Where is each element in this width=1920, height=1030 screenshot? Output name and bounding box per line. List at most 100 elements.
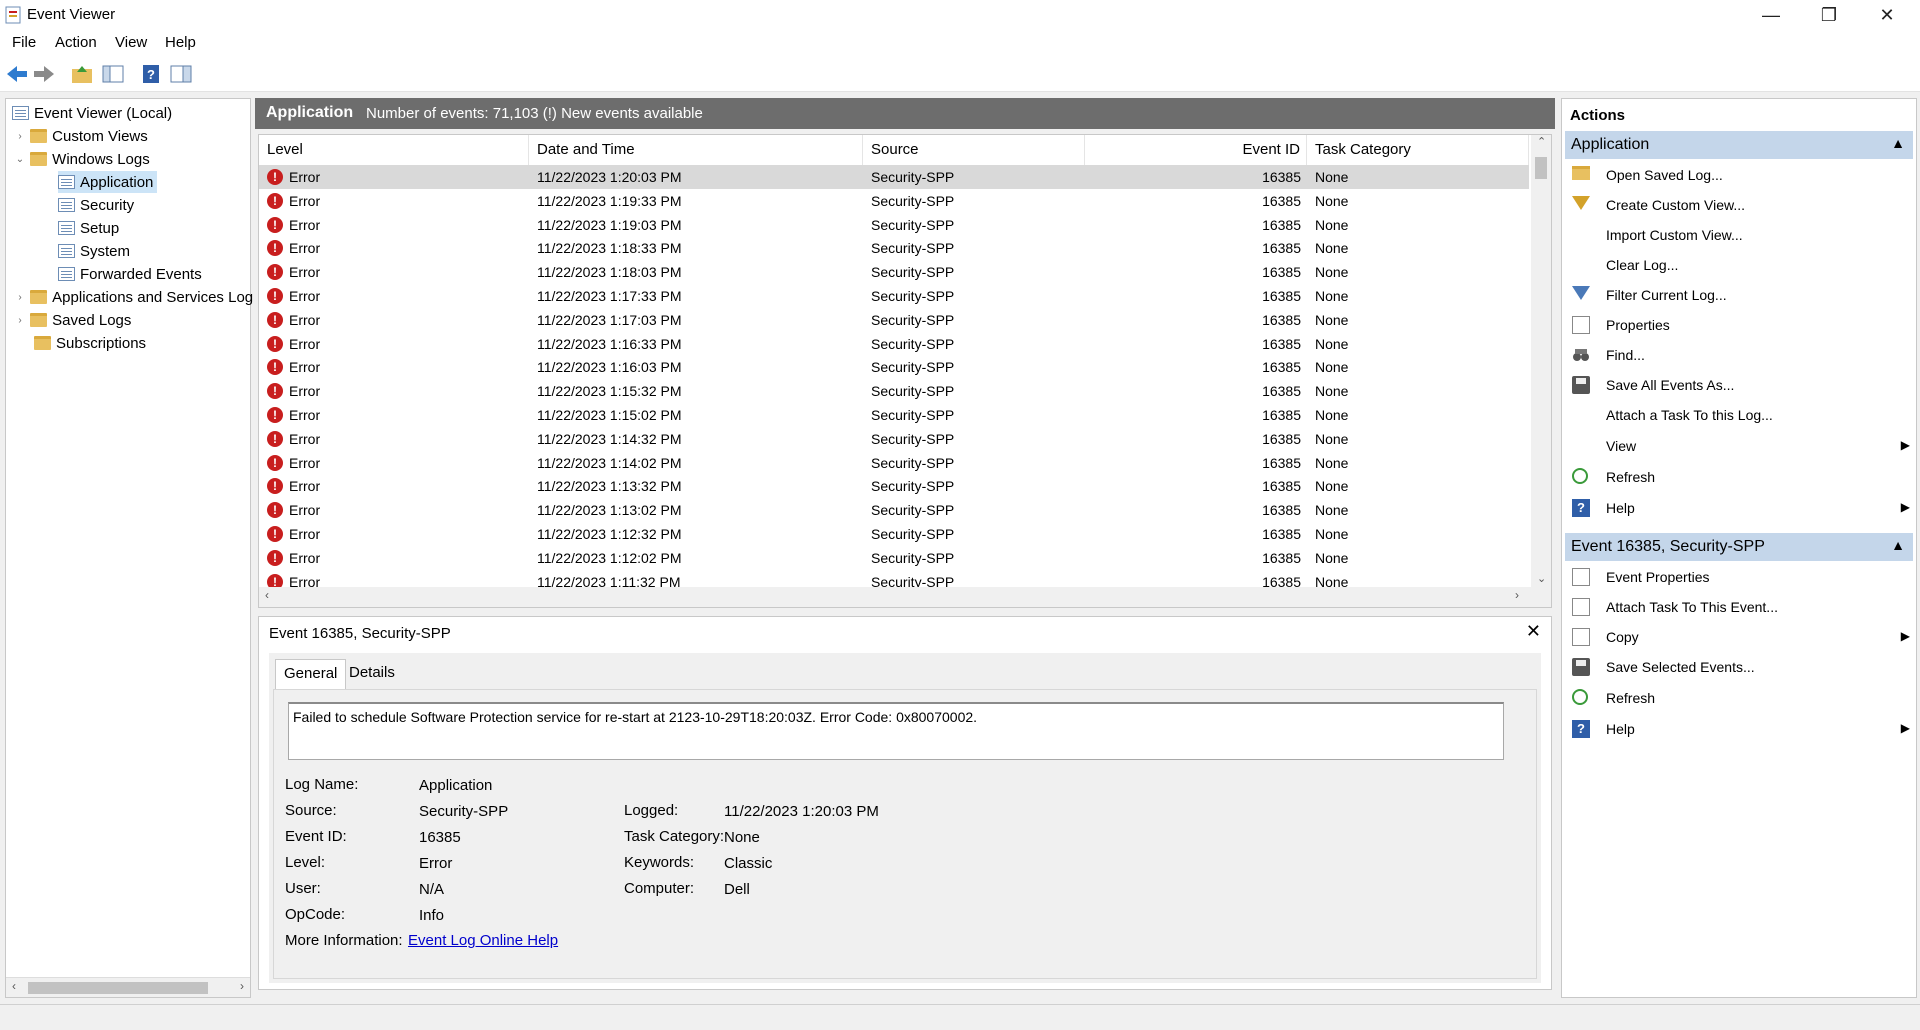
minimize-button[interactable]: —: [1742, 0, 1800, 30]
tree-horizontal-scrollbar[interactable]: ‹ ›: [6, 977, 250, 997]
action-attach-task-to-log[interactable]: Attach a Task To this Log...: [1572, 403, 1910, 429]
tree-item-custom-views[interactable]: › Custom Views: [14, 125, 147, 147]
actions-section-application[interactable]: Application ▲: [1565, 131, 1913, 159]
event-row[interactable]: ! Error 11/22/2023 1:14:32 PM Security-SPP 1…: [259, 427, 1529, 451]
cell-source: Security-SPP: [871, 478, 955, 495]
scroll-down-icon[interactable]: ⌄: [1537, 572, 1546, 585]
expand-chevron-icon[interactable]: ›: [14, 315, 26, 326]
action-save-all-events-as[interactable]: Save All Events As...: [1572, 373, 1910, 399]
tree-item-system[interactable]: System: [58, 240, 130, 262]
action-import-custom-view[interactable]: Import Custom View...: [1572, 223, 1910, 249]
detail-title: Event 16385, Security-SPP: [269, 625, 451, 642]
event-row[interactable]: ! Error 11/22/2023 1:12:02 PM Security-SPP 1…: [259, 546, 1529, 570]
event-message[interactable]: Failed to schedule Software Protection s…: [288, 702, 1504, 760]
event-row[interactable]: ! Error 11/22/2023 1:16:33 PM Security-SPP 1…: [259, 332, 1529, 356]
action-save-selected-events[interactable]: Save Selected Events...: [1572, 655, 1910, 681]
menu-file[interactable]: File: [12, 34, 36, 51]
tree-item-forwarded-events[interactable]: Forwarded Events: [58, 263, 202, 285]
action-label: Refresh: [1606, 469, 1656, 485]
scroll-left-icon[interactable]: ‹: [12, 979, 16, 993]
action-create-custom-view[interactable]: Create Custom View...: [1572, 193, 1910, 219]
column-header-level[interactable]: Level: [259, 135, 529, 165]
error-icon: !: [267, 454, 283, 471]
event-row[interactable]: ! Error 11/22/2023 1:15:02 PM Security-SPP 1…: [259, 403, 1529, 427]
attach-task-icon: [1572, 598, 1590, 616]
scrollbar-thumb[interactable]: [28, 982, 208, 994]
event-row[interactable]: ! Error 11/22/2023 1:13:02 PM Security-SPP 1…: [259, 498, 1529, 522]
action-copy[interactable]: Copy ▶: [1572, 625, 1910, 651]
cell-task-category: None: [1315, 407, 1349, 423]
tree-item-windows-logs[interactable]: ⌄ Windows Logs: [14, 148, 150, 170]
events-vertical-scrollbar[interactable]: ⌃ ⌄: [1531, 135, 1551, 587]
event-row[interactable]: ! Error 11/22/2023 1:16:03 PM Security-SPP 1…: [259, 355, 1529, 379]
cell-source: Security-SPP: [871, 359, 955, 376]
scrollbar-thumb[interactable]: [1535, 157, 1547, 179]
action-view[interactable]: View ▶: [1572, 434, 1910, 460]
action-refresh-event[interactable]: Refresh: [1572, 686, 1910, 712]
scroll-left-icon[interactable]: ‹: [265, 588, 269, 602]
action-open-saved-log[interactable]: Open Saved Log...: [1572, 163, 1910, 189]
action-properties[interactable]: Properties: [1572, 313, 1910, 339]
collapse-chevron-icon[interactable]: ⌄: [14, 154, 26, 165]
scroll-right-icon[interactable]: ›: [240, 979, 244, 993]
log-icon: [58, 221, 75, 235]
event-row[interactable]: ! Error 11/22/2023 1:13:32 PM Security-SPP 1…: [259, 474, 1529, 498]
events-horizontal-scrollbar[interactable]: ‹ ›: [259, 587, 1551, 607]
action-filter-current-log[interactable]: Filter Current Log...: [1572, 283, 1910, 309]
up-folder-icon[interactable]: [70, 63, 96, 85]
event-row[interactable]: ! Error 11/22/2023 1:17:03 PM Security-SPP 1…: [259, 308, 1529, 332]
tree-item-security[interactable]: Security: [58, 194, 134, 216]
column-header-date-time[interactable]: Date and Time: [529, 135, 863, 165]
label-level: Level:: [285, 854, 326, 871]
help-icon[interactable]: ?: [139, 63, 165, 85]
back-arrow-icon[interactable]: [5, 63, 31, 85]
menu-action[interactable]: Action: [55, 34, 97, 51]
scroll-right-icon[interactable]: ›: [1515, 588, 1519, 602]
tree-item-setup[interactable]: Setup: [58, 217, 119, 239]
event-row[interactable]: ! Error 11/22/2023 1:19:03 PM Security-SPP 1…: [259, 213, 1529, 237]
close-window-button[interactable]: ✕: [1858, 0, 1916, 30]
action-attach-task-to-event[interactable]: Attach Task To This Event...: [1572, 595, 1910, 621]
event-row[interactable]: ! Error 11/22/2023 1:19:33 PM Security-SPP 1…: [259, 189, 1529, 213]
tree-item-event-viewer-local[interactable]: Event Viewer (Local): [12, 102, 172, 124]
event-row[interactable]: ! Error 11/22/2023 1:18:33 PM Security-SPP 1…: [259, 236, 1529, 260]
event-row[interactable]: ! Error 11/22/2023 1:20:03 PM Security-SPP 1…: [259, 165, 1529, 189]
restore-button[interactable]: ❐: [1800, 0, 1858, 30]
cell-source: Security-SPP: [871, 526, 955, 542]
tree-item-applications-and-services-logs[interactable]: › Applications and Services Log: [14, 286, 253, 308]
action-event-properties[interactable]: Event Properties: [1572, 565, 1910, 591]
show-hide-action-pane-icon[interactable]: [169, 63, 195, 85]
column-header-event-id[interactable]: Event ID: [1085, 135, 1307, 165]
menu-help[interactable]: Help: [165, 34, 196, 51]
cell-level: Error: [289, 169, 321, 185]
tree-item-subscriptions[interactable]: Subscriptions: [34, 332, 146, 354]
tab-general[interactable]: General: [275, 659, 347, 689]
close-detail-icon[interactable]: ✕: [1526, 621, 1541, 642]
tree-item-saved-logs[interactable]: › Saved Logs: [14, 309, 131, 331]
menu-view[interactable]: View: [115, 34, 147, 51]
expand-chevron-icon[interactable]: ›: [14, 131, 26, 142]
action-help[interactable]: ? Help ▶: [1572, 496, 1910, 522]
event-row[interactable]: ! Error 11/22/2023 1:18:03 PM Security-SPP 1…: [259, 260, 1529, 284]
cell-event-id: 16385: [1262, 383, 1301, 400]
collapse-caret-icon[interactable]: ▲: [1891, 537, 1905, 553]
actions-section-event[interactable]: Event 16385, Security-SPP ▲: [1565, 533, 1913, 561]
event-row[interactable]: ! Error 11/22/2023 1:15:32 PM Security-SPP 1…: [259, 379, 1529, 403]
action-find[interactable]: Find...: [1572, 343, 1910, 369]
collapse-caret-icon[interactable]: ▲: [1891, 135, 1905, 151]
action-clear-log[interactable]: Clear Log...: [1572, 253, 1910, 279]
scroll-up-icon[interactable]: ⌃: [1537, 135, 1546, 148]
column-header-task-category[interactable]: Task Category: [1307, 135, 1529, 165]
event-log-online-help-link[interactable]: Event Log Online Help: [408, 932, 558, 949]
event-row[interactable]: ! Error 11/22/2023 1:14:02 PM Security-SPP 1…: [259, 451, 1529, 475]
action-refresh[interactable]: Refresh: [1572, 465, 1910, 491]
event-row[interactable]: ! Error 11/22/2023 1:12:32 PM Security-SPP 1…: [259, 522, 1529, 546]
expand-chevron-icon[interactable]: ›: [14, 292, 26, 303]
tree-item-application[interactable]: Application: [58, 171, 158, 193]
tab-details[interactable]: Details: [341, 659, 403, 689]
column-header-source[interactable]: Source: [863, 135, 1085, 165]
action-help-event[interactable]: ? Help ▶: [1572, 717, 1910, 743]
event-row[interactable]: ! Error 11/22/2023 1:17:33 PM Security-SPP 1…: [259, 284, 1529, 308]
forward-arrow-icon[interactable]: [32, 63, 58, 85]
show-hide-console-tree-icon[interactable]: [101, 63, 127, 85]
